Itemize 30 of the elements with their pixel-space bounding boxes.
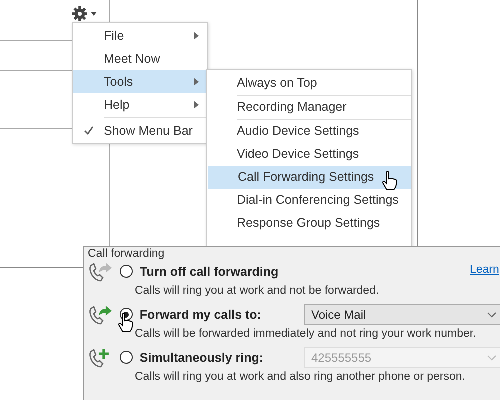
menu-item[interactable]: Response Group Settings bbox=[207, 212, 411, 235]
group-title: Call forwarding bbox=[88, 248, 165, 260]
hand-cursor-icon bbox=[118, 313, 134, 333]
chevron-down-icon bbox=[487, 312, 497, 318]
menu-item[interactable]: Always on Top bbox=[207, 72, 411, 95]
option-label: Forward my calls to: bbox=[140, 308, 262, 322]
menu-item[interactable]: Help bbox=[73, 93, 207, 116]
menu-item[interactable]: Recording Manager bbox=[207, 96, 411, 119]
settings-icon[interactable] bbox=[72, 6, 98, 22]
option-description: Calls will ring you at work and not be forwarded. bbox=[134, 284, 380, 299]
hand-cursor-icon bbox=[382, 171, 398, 191]
menu-item[interactable]: Video Device Settings bbox=[207, 143, 411, 166]
option-description: Calls will ring you at work and also ring another phone or person. bbox=[134, 370, 466, 385]
option-label: Simultaneously ring: bbox=[140, 350, 265, 364]
phone-forward-icon bbox=[88, 260, 114, 282]
radio-button[interactable] bbox=[120, 351, 133, 364]
menu-item[interactable]: Show Menu Bar bbox=[73, 119, 207, 142]
radio-button[interactable] bbox=[120, 265, 133, 278]
menu-item[interactable]: File bbox=[73, 24, 207, 47]
phone-forward-icon bbox=[88, 304, 114, 326]
dropdown[interactable]: Voice Mail bbox=[304, 304, 500, 325]
menu-item[interactable]: Audio Device Settings bbox=[207, 120, 411, 143]
menu-item[interactable]: Tools bbox=[73, 70, 207, 93]
learn-link[interactable]: Learn bbox=[470, 264, 500, 276]
chevron-down-icon bbox=[487, 354, 497, 360]
menu-item[interactable]: Meet Now bbox=[73, 47, 207, 70]
option-description: Calls will be forwarded immediately and not ring your work number. bbox=[134, 327, 478, 342]
option-label: Turn off call forwarding bbox=[140, 264, 280, 278]
menu-item[interactable]: Dial-in Conferencing Settings bbox=[207, 189, 411, 212]
menu-item[interactable]: Call Forwarding Settings bbox=[208, 166, 411, 189]
